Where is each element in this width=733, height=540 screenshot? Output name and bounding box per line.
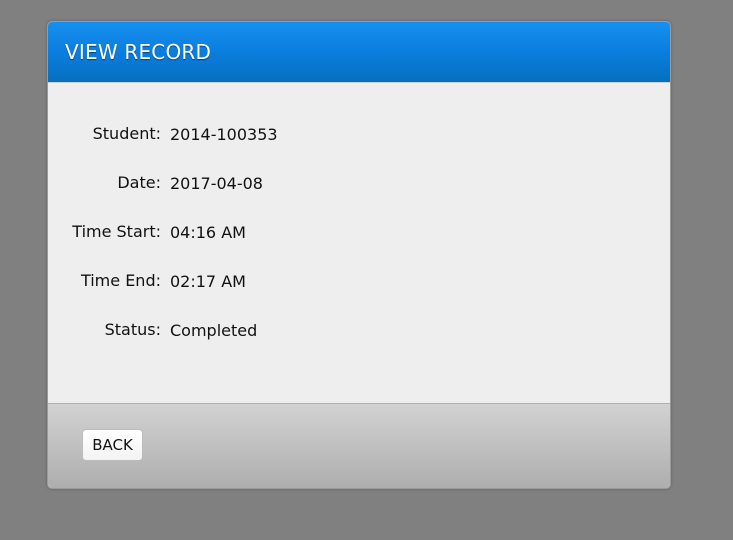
date-label: Date: bbox=[117, 173, 161, 192]
time-end-value: 02:17 AM bbox=[170, 272, 246, 291]
time-end-label: Time End: bbox=[80, 271, 161, 290]
field-row-date: Date: 2017-04-08 bbox=[48, 173, 670, 222]
field-row-student: Student: 2014-100353 bbox=[48, 124, 670, 173]
dialog-header: VIEW RECORD bbox=[48, 22, 670, 83]
dialog-footer: BACK bbox=[48, 403, 670, 488]
status-value: Completed bbox=[170, 321, 258, 340]
field-row-time-start: Time Start: 04:16 AM bbox=[48, 222, 670, 271]
back-button[interactable]: BACK bbox=[82, 429, 143, 461]
view-record-dialog: VIEW RECORD Student: 2014-100353 Date: 2… bbox=[47, 21, 671, 489]
field-row-time-end: Time End: 02:17 AM bbox=[48, 271, 670, 320]
student-value: 2014-100353 bbox=[170, 125, 278, 144]
status-label: Status: bbox=[104, 320, 161, 339]
dialog-title: VIEW RECORD bbox=[65, 40, 212, 64]
date-value: 2017-04-08 bbox=[170, 174, 263, 193]
field-row-status: Status: Completed bbox=[48, 320, 670, 369]
time-start-label: Time Start: bbox=[72, 222, 161, 241]
dialog-body: Student: 2014-100353 Date: 2017-04-08 Ti… bbox=[48, 83, 670, 402]
student-label: Student: bbox=[92, 124, 161, 143]
time-start-value: 04:16 AM bbox=[170, 223, 246, 242]
